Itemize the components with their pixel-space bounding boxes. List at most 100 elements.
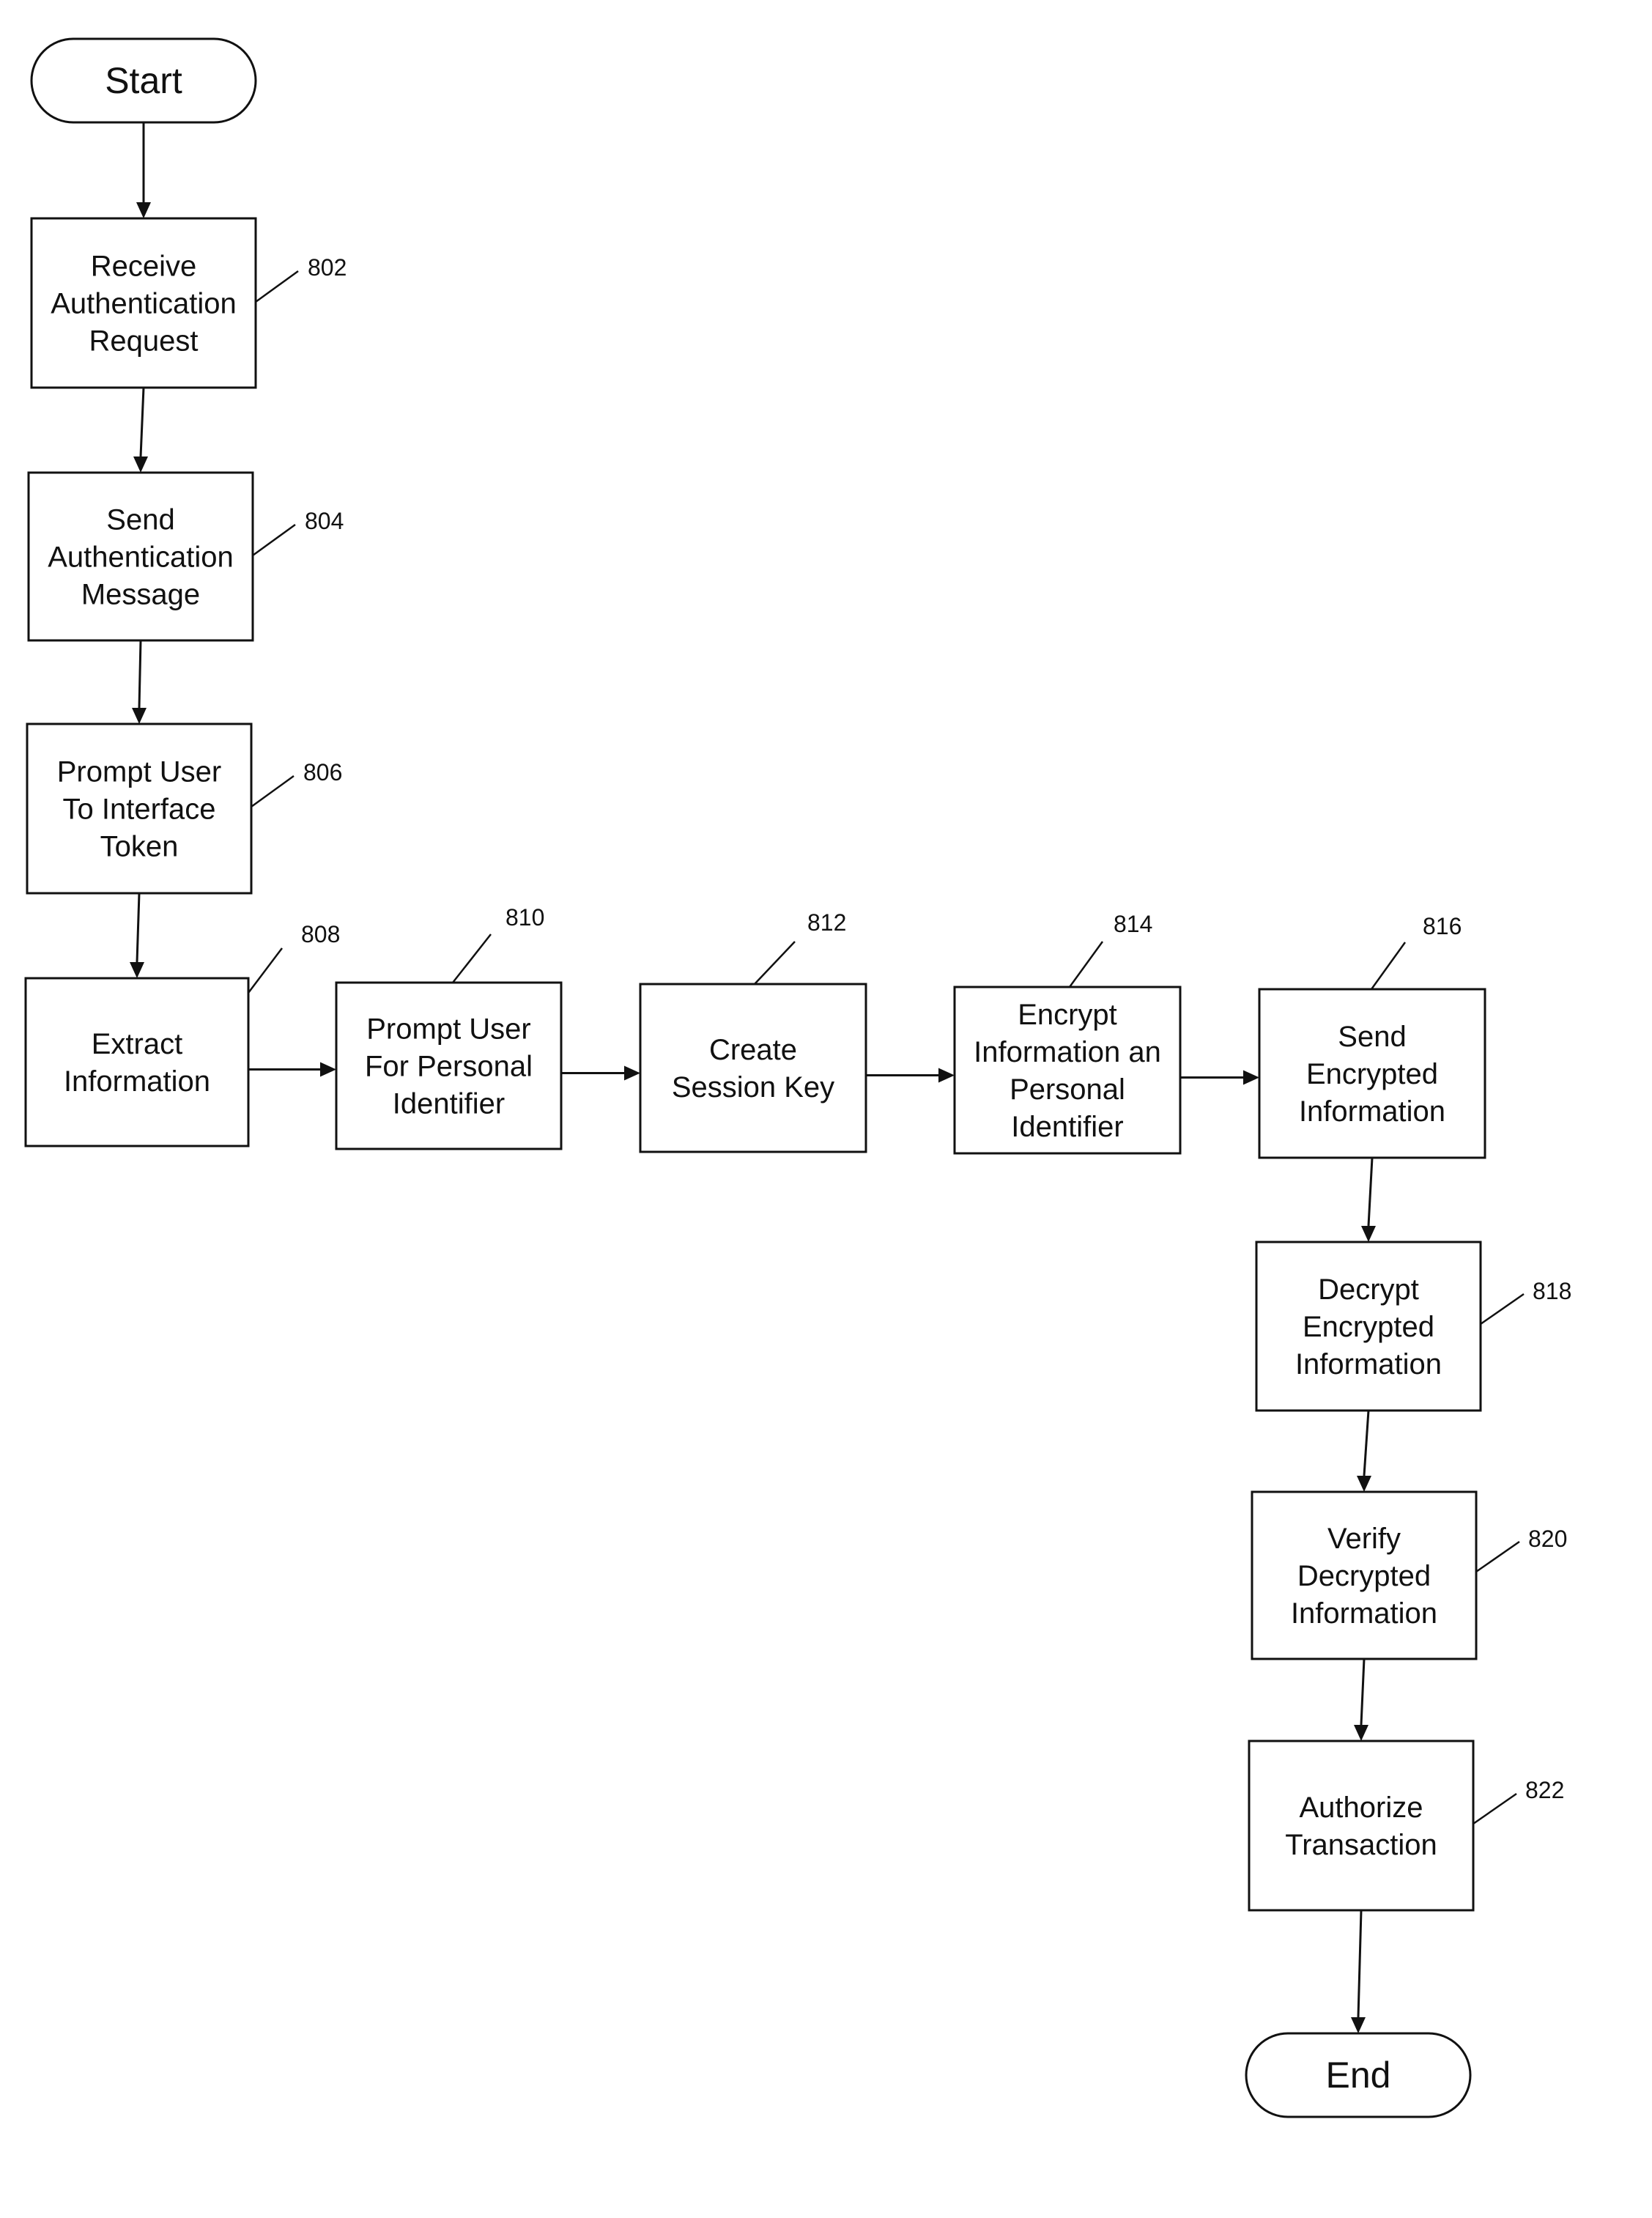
arrow-line <box>1357 1910 1363 2018</box>
reference-numeral: 816 <box>1423 913 1462 939</box>
arrow-line <box>138 640 142 709</box>
flow-arrow-812-to-814 <box>866 1068 955 1083</box>
node-label-line: Create <box>709 1034 797 1066</box>
flow-arrow-820-to-822 <box>1354 1658 1368 1741</box>
node-label-line: To Interface <box>62 794 215 826</box>
node-label-line: Verify <box>1327 1523 1401 1555</box>
terminator-start: Start <box>30 37 257 124</box>
terminator-end: End <box>1245 2032 1472 2118</box>
flow-arrow-818-to-820 <box>1357 1410 1371 1492</box>
reference-leader-line <box>248 947 283 994</box>
flow-arrow-802-to-804 <box>133 387 148 473</box>
reference-leader-line <box>1068 941 1104 988</box>
arrow-line <box>139 387 145 457</box>
node-label-line: End <box>1326 2055 1391 2096</box>
process-step-810: Prompt User For Personal Identifier 810 <box>335 904 563 1150</box>
process-step-814: Encrypt Information an Personal Identifier 8… <box>953 911 1182 1155</box>
process-step-806: Prompt User To Interface Token 806 <box>26 722 342 895</box>
reference-numeral: 814 <box>1114 911 1152 937</box>
node-label-line: Extract <box>92 1028 182 1060</box>
node-label-line: Transaction <box>1285 1829 1437 1861</box>
arrowhead-icon <box>133 456 148 473</box>
flow-arrow-816-to-818 <box>1361 1157 1376 1242</box>
node-label-line: Personal <box>1010 1073 1125 1106</box>
flow-arrow-808-to-810 <box>248 1062 336 1077</box>
node-label-line: Receive <box>91 251 197 283</box>
node-label-line: Authentication <box>51 288 237 320</box>
reference-numeral: 804 <box>305 508 344 534</box>
node-label-line: Encrypted <box>1303 1311 1434 1343</box>
arrowhead-icon <box>938 1068 955 1083</box>
node-label-line: Session Key <box>672 1071 834 1104</box>
process-step-816: Send Encrypted Information 816 <box>1258 913 1486 1159</box>
arrowhead-icon <box>130 962 144 978</box>
process-box <box>639 983 867 1153</box>
process-step-812: Create Session Key 812 <box>639 909 867 1153</box>
process-box <box>24 977 250 1147</box>
node-label-line: Encrypted <box>1306 1058 1438 1090</box>
node-label-line: Token <box>100 831 179 863</box>
flow-arrow-822-to-end <box>1351 1910 1366 2033</box>
node-label-line: Identifier <box>1011 1111 1123 1143</box>
process-step-802: Receive Authentication Request 802 <box>30 217 347 389</box>
arrowhead-icon <box>136 202 151 218</box>
reference-leader-line <box>1475 1540 1520 1573</box>
node-label-line: Authorize <box>1300 1792 1423 1824</box>
arrow-line <box>1360 1658 1366 1726</box>
node-label-line: Prompt User <box>366 1013 531 1046</box>
flowchart: Start Receive Authentication Request 802 Send… <box>24 37 1571 2118</box>
process-step-808: Extract Information 808 <box>24 921 340 1147</box>
node-label-line: Identifier <box>393 1088 505 1120</box>
process-step-818: Decrypt Encrypted Information 818 <box>1255 1241 1571 1412</box>
arrow-line <box>1367 1157 1374 1227</box>
reference-leader-line <box>255 270 299 303</box>
node-label-line: Start <box>105 60 182 101</box>
node-label-line: Information <box>64 1065 210 1098</box>
node-label-line: Information <box>1295 1348 1442 1380</box>
arrowhead-icon <box>1351 2017 1366 2033</box>
arrowhead-icon <box>132 708 147 724</box>
reference-numeral: 818 <box>1533 1278 1571 1304</box>
arrowhead-icon <box>1357 1476 1371 1492</box>
node-label-line: Request <box>89 325 199 358</box>
arrowhead-icon <box>320 1062 336 1077</box>
reference-leader-line <box>251 775 295 808</box>
reference-leader-line <box>754 941 796 985</box>
node-label-line: Information <box>1291 1597 1437 1630</box>
flow-arrow-806-to-808 <box>130 892 144 978</box>
process-box <box>1248 1740 1475 1912</box>
flow-arrow-start-to-802 <box>136 122 151 218</box>
reference-numeral: 820 <box>1528 1526 1567 1552</box>
process-step-820: Verify Decrypted Information 820 <box>1251 1490 1567 1660</box>
reference-numeral: 812 <box>807 909 846 936</box>
node-label-line: Message <box>81 579 200 611</box>
flow-arrow-804-to-806 <box>132 640 147 724</box>
arrowhead-icon <box>1354 1725 1368 1741</box>
reference-numeral: 808 <box>301 921 340 947</box>
node-label-line: Information an <box>974 1036 1161 1068</box>
process-step-822: Authorize Transaction 822 <box>1248 1740 1564 1912</box>
node-label-line: Send <box>106 504 174 536</box>
node-label-line: Decrypted <box>1297 1560 1431 1592</box>
reference-leader-line <box>1480 1293 1525 1326</box>
node-label-line: For Personal <box>365 1051 533 1083</box>
node-label-line: Encrypt <box>1018 999 1117 1031</box>
node-label-line: Authentication <box>48 541 234 574</box>
reference-numeral: 806 <box>303 759 342 785</box>
arrowhead-icon <box>1361 1226 1376 1242</box>
node-label-line: Send <box>1338 1021 1406 1053</box>
arrowhead-icon <box>624 1065 640 1081</box>
reference-leader-line <box>452 934 492 983</box>
reference-numeral: 802 <box>308 254 347 281</box>
process-step-804: Send Authentication Message 804 <box>27 471 344 642</box>
node-label-line: Prompt User <box>57 756 222 788</box>
flow-arrow-810-to-812 <box>561 1065 640 1081</box>
arrow-line <box>136 892 141 963</box>
node-label-line: Decrypt <box>1318 1273 1419 1306</box>
flow-arrow-814-to-816 <box>1180 1070 1259 1085</box>
arrow-line <box>1363 1410 1370 1476</box>
reference-numeral: 810 <box>505 904 544 931</box>
reference-leader-line <box>1370 942 1407 990</box>
node-label-line: Information <box>1299 1095 1445 1128</box>
reference-leader-line <box>1473 1792 1517 1825</box>
